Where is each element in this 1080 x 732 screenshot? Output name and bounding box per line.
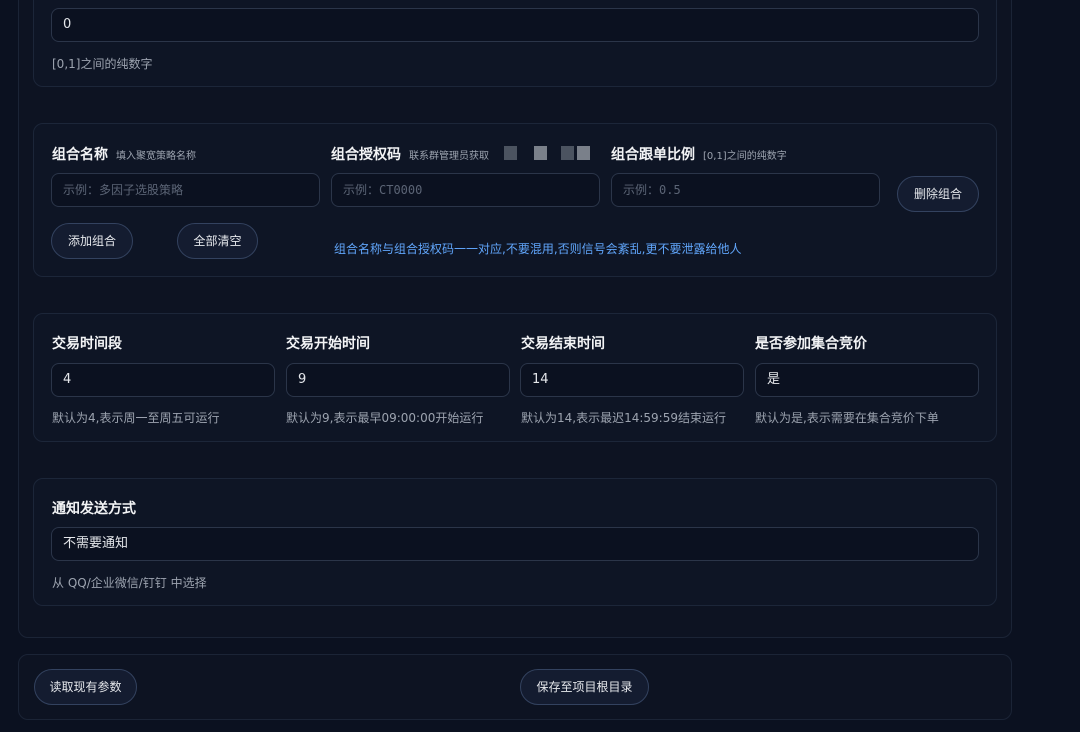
group-ratio-input[interactable]: 示例：0.5 xyxy=(611,173,880,207)
save-to-root-button[interactable]: 保存至项目根目录 xyxy=(520,669,649,705)
action-bar xyxy=(18,654,1012,720)
trading-end-input[interactable]: 14 xyxy=(520,363,744,397)
group-auth-label: 组合授权码 xyxy=(331,147,401,163)
notification-hint: 从 QQ/企业微信/钉钉 中选择 xyxy=(52,576,207,590)
redaction-block xyxy=(534,146,547,160)
trading-start-hint: 默认为9,表示最早09:00:00开始运行 xyxy=(286,411,484,425)
trading-end-label: 交易结束时间 xyxy=(521,336,605,352)
trading-end-hint: 默认为14,表示最迟14:59:59结束运行 xyxy=(521,411,726,425)
group-notice: 组合名称与组合授权码一一对应,不要混用,否则信号会紊乱,更不要泄露给他人 xyxy=(334,242,742,256)
auction-input[interactable]: 是 xyxy=(755,363,979,397)
delete-group-button[interactable]: 删除组合 xyxy=(897,176,979,212)
clear-all-button[interactable]: 全部清空 xyxy=(177,223,258,259)
trading-period-label: 交易时间段 xyxy=(52,336,122,352)
group-auth-sublabel: 联系群管理员获取 xyxy=(409,151,489,162)
group-name-input[interactable]: 示例：多因子选股策略 xyxy=(51,173,320,207)
group-name-label: 组合名称 xyxy=(52,147,108,163)
notification-label: 通知发送方式 xyxy=(52,501,136,517)
top-field-input[interactable]: 0 xyxy=(51,8,979,42)
group-name-sublabel: 填入聚宽策略名称 xyxy=(116,151,196,162)
group-ratio-label: 组合跟单比例 xyxy=(611,147,695,163)
redaction-block xyxy=(577,146,590,160)
auction-label: 是否参加集合竞价 xyxy=(755,336,867,352)
redaction-block xyxy=(561,146,574,160)
add-group-button[interactable]: 添加组合 xyxy=(51,223,133,259)
trading-period-input[interactable]: 4 xyxy=(51,363,275,397)
trading-start-label: 交易开始时间 xyxy=(286,336,370,352)
top-field-hint: [0,1]之间的纯数字 xyxy=(52,57,153,71)
read-params-button[interactable]: 读取现有参数 xyxy=(34,669,137,705)
group-auth-input[interactable]: 示例：CT0000 xyxy=(331,173,600,207)
group-ratio-sublabel: [0,1]之间的纯数字 xyxy=(703,151,787,162)
redaction-block xyxy=(504,146,517,160)
auction-hint: 默认为是,表示需要在集合竞价下单 xyxy=(755,411,939,425)
notification-input[interactable]: 不需要通知 xyxy=(51,527,979,561)
trading-start-input[interactable]: 9 xyxy=(286,363,510,397)
trading-period-hint: 默认为4,表示周一至周五可运行 xyxy=(52,411,220,425)
